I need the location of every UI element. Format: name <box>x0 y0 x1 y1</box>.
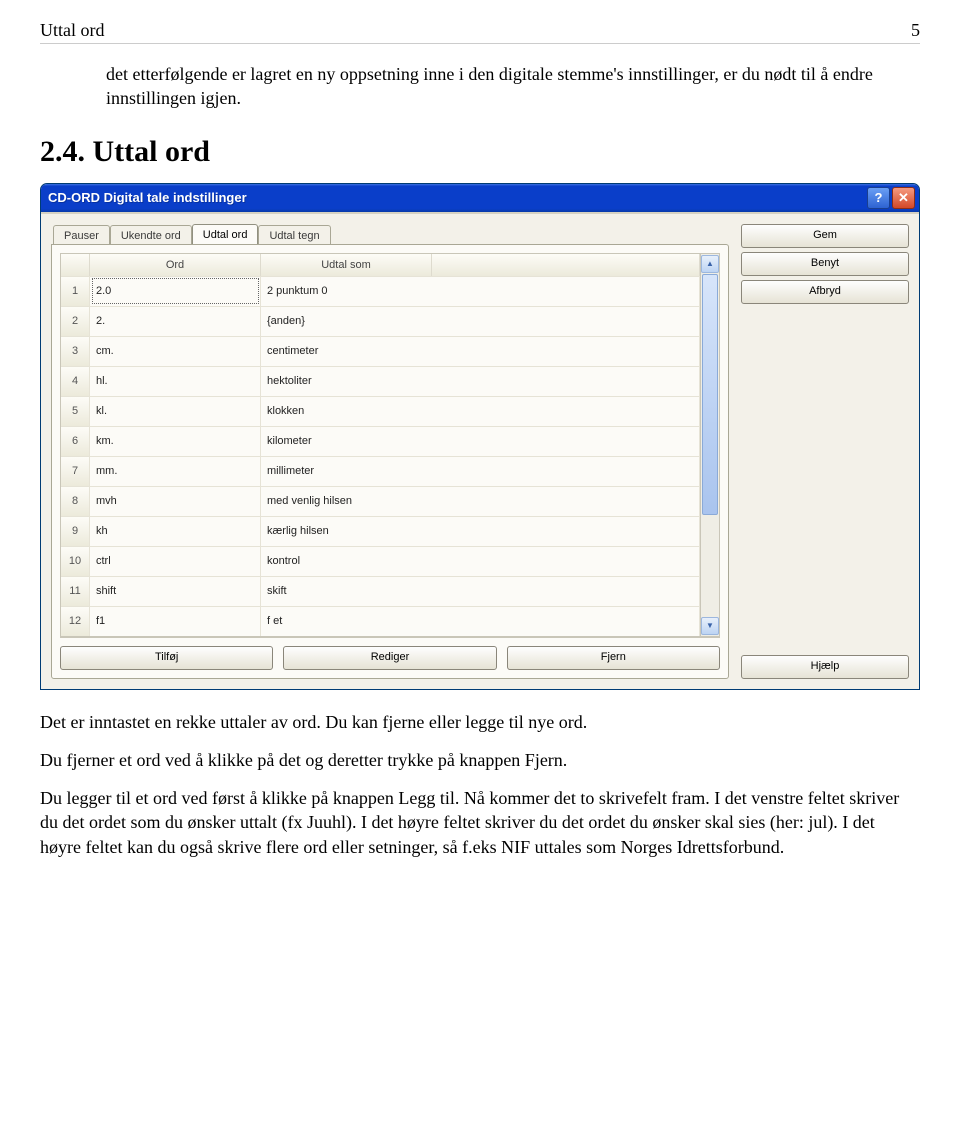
row-number: 1 <box>61 276 90 306</box>
table-row[interactable]: 8mvhmed venlig hilsen <box>61 486 700 516</box>
table-row[interactable]: 11shiftskift <box>61 576 700 606</box>
tab-ukendte-ord[interactable]: Ukendte ord <box>110 225 192 245</box>
cell-ord[interactable]: mvh <box>90 486 261 516</box>
scroll-up-icon[interactable]: ▲ <box>701 255 719 273</box>
table-row[interactable]: 9khkærlig hilsen <box>61 516 700 546</box>
page-header-title: Uttal ord <box>40 20 105 41</box>
cell-udtal[interactable]: {anden} <box>261 306 700 336</box>
row-number: 3 <box>61 336 90 366</box>
cell-ord[interactable]: cm. <box>90 336 261 366</box>
col-header-rownum[interactable] <box>61 254 90 276</box>
tab-udtal-ord[interactable]: Udtal ord <box>192 224 259 244</box>
col-header-ord[interactable]: Ord <box>90 254 261 276</box>
col-header-empty[interactable] <box>432 254 700 276</box>
word-grid: Ord Udtal som 12.02 punktum 022.{anden}3… <box>60 253 720 638</box>
intro-paragraph: det etterfølgende er lagret en ny oppset… <box>106 62 920 111</box>
cell-udtal[interactable]: f et <box>261 606 700 636</box>
cell-udtal[interactable]: hektoliter <box>261 366 700 396</box>
table-row[interactable]: 12.02 punktum 0 <box>61 276 700 306</box>
cell-udtal[interactable]: skift <box>261 576 700 606</box>
hjaelp-button[interactable]: Hjælp <box>741 655 909 679</box>
cell-ord[interactable]: kl. <box>90 396 261 426</box>
rediger-button[interactable]: Rediger <box>283 646 496 670</box>
row-number: 2 <box>61 306 90 336</box>
tab-strip: Pauser Ukendte ord Udtal ord Udtal tegn <box>51 224 729 244</box>
vertical-scrollbar[interactable]: ▲ ▼ <box>700 253 720 637</box>
table-row[interactable]: 22.{anden} <box>61 306 700 336</box>
table-row[interactable]: 10ctrlkontrol <box>61 546 700 576</box>
close-icon[interactable]: ✕ <box>892 187 915 209</box>
after-p2: Du fjerner et ord ved å klikke på det og… <box>40 748 920 772</box>
page-header: Uttal ord 5 <box>40 20 920 44</box>
cell-udtal[interactable]: kilometer <box>261 426 700 456</box>
cell-udtal[interactable]: 2 punktum 0 <box>261 276 700 306</box>
cell-udtal[interactable]: klokken <box>261 396 700 426</box>
cell-ord[interactable]: hl. <box>90 366 261 396</box>
cell-udtal[interactable]: med venlig hilsen <box>261 486 700 516</box>
table-row[interactable]: 6km.kilometer <box>61 426 700 456</box>
row-number: 11 <box>61 576 90 606</box>
row-number: 4 <box>61 366 90 396</box>
table-row[interactable]: 4hl.hektoliter <box>61 366 700 396</box>
scroll-thumb[interactable] <box>702 274 718 515</box>
cell-udtal[interactable]: kontrol <box>261 546 700 576</box>
row-number: 6 <box>61 426 90 456</box>
scroll-down-icon[interactable]: ▼ <box>701 617 719 635</box>
cell-ord[interactable]: km. <box>90 426 261 456</box>
table-row[interactable]: 3cm.centimeter <box>61 336 700 366</box>
row-number: 5 <box>61 396 90 426</box>
tab-pauser[interactable]: Pauser <box>53 225 110 245</box>
row-number: 8 <box>61 486 90 516</box>
row-number: 10 <box>61 546 90 576</box>
cell-ord[interactable]: mm. <box>90 456 261 486</box>
col-header-udtal[interactable]: Udtal som <box>261 254 432 276</box>
cell-udtal[interactable]: centimeter <box>261 336 700 366</box>
dialog-window: CD-ORD Digital tale indstillinger ? ✕ Pa… <box>40 183 920 690</box>
row-number: 9 <box>61 516 90 546</box>
benyt-button[interactable]: Benyt <box>741 252 909 276</box>
cell-ord[interactable]: kh <box>90 516 261 546</box>
fjern-button[interactable]: Fjern <box>507 646 720 670</box>
table-row[interactable]: 7mm.millimeter <box>61 456 700 486</box>
section-heading: 2.4. Uttal ord <box>40 135 920 169</box>
cell-udtal[interactable]: millimeter <box>261 456 700 486</box>
cell-ord[interactable]: f1 <box>90 606 261 636</box>
cell-udtal[interactable]: kærlig hilsen <box>261 516 700 546</box>
table-row[interactable]: 5kl.klokken <box>61 396 700 426</box>
after-p1: Det er inntastet en rekke uttaler av ord… <box>40 710 920 734</box>
row-number: 12 <box>61 606 90 636</box>
tab-panel: Ord Udtal som 12.02 punktum 022.{anden}3… <box>51 244 729 679</box>
tab-udtal-tegn[interactable]: Udtal tegn <box>258 225 330 245</box>
window-title: CD-ORD Digital tale indstillinger <box>48 190 867 205</box>
gem-button[interactable]: Gem <box>741 224 909 248</box>
afbryd-button[interactable]: Afbryd <box>741 280 909 304</box>
table-row[interactable]: 12f1f et <box>61 606 700 636</box>
cell-ord[interactable]: 2. <box>90 306 261 336</box>
cell-ord[interactable]: ctrl <box>90 546 261 576</box>
tilfoj-button[interactable]: Tilføj <box>60 646 273 670</box>
cell-ord[interactable]: shift <box>90 576 261 606</box>
page-number: 5 <box>911 20 920 41</box>
help-icon[interactable]: ? <box>867 187 890 209</box>
row-number: 7 <box>61 456 90 486</box>
cell-ord[interactable]: 2.0 <box>90 276 261 306</box>
titlebar: CD-ORD Digital tale indstillinger ? ✕ <box>41 184 919 212</box>
after-p3: Du legger til et ord ved først å klikke … <box>40 786 920 859</box>
